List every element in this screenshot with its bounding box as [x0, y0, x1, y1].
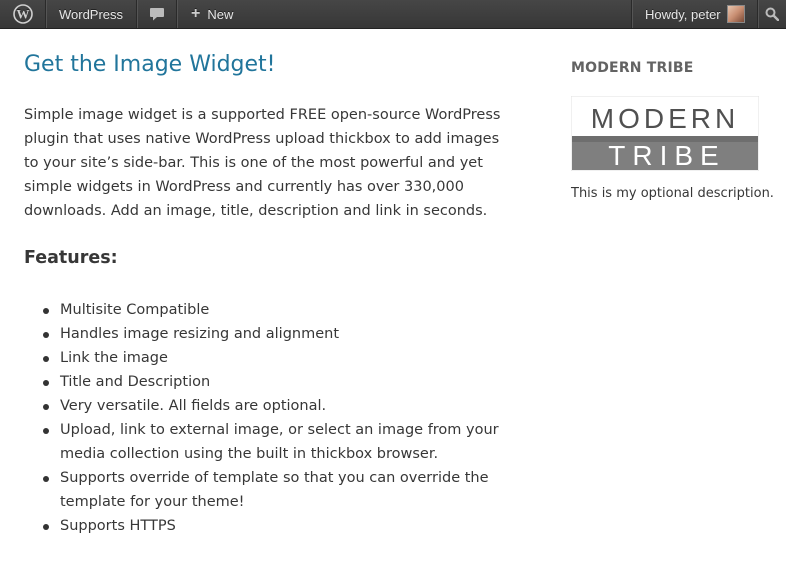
wordpress-icon: W: [12, 4, 33, 24]
svg-text:W: W: [16, 7, 29, 22]
widget-title: MODERN TRIBE: [571, 60, 694, 76]
site-name-label: WordPress: [58, 6, 124, 22]
list-item: Handles image resizing and alignment: [24, 322, 504, 346]
list-item: Multisite Compatible: [24, 298, 504, 322]
bullet-icon: [43, 428, 49, 434]
list-item: Link the image: [24, 346, 504, 370]
bullet-icon: [43, 356, 49, 362]
comment-icon: [149, 7, 164, 20]
search-icon: [765, 7, 779, 21]
features-list: Multisite Compatible Handles image resiz…: [24, 298, 504, 538]
list-item: Supports HTTPS: [24, 514, 504, 538]
logo-bottom-text: TRIBE: [608, 140, 725, 171]
bullet-icon: [43, 380, 49, 386]
list-item: Very versatile. All fields are optional.: [24, 394, 504, 418]
widget-description: This is my optional description.: [571, 186, 774, 201]
intro-paragraph: Simple image widget is a supported FREE …: [24, 107, 501, 219]
admin-bar-search[interactable]: [757, 0, 786, 28]
list-item: Title and Description: [24, 370, 504, 394]
new-content-label: New: [207, 6, 234, 22]
list-item: Supports override of template so that yo…: [24, 466, 504, 514]
admin-bar: W WordPress + New Howdy, peter: [0, 0, 786, 29]
bullet-icon: [43, 476, 49, 482]
howdy-label: Howdy, peter: [645, 6, 721, 22]
bullet-icon: [43, 308, 49, 314]
feature-text: Supports override of template so that yo…: [60, 470, 489, 510]
avatar: [726, 5, 745, 23]
feature-text: Link the image: [60, 350, 168, 366]
bullet-icon: [43, 332, 49, 338]
bullet-icon: [43, 524, 49, 530]
features-heading: Features:: [24, 248, 118, 268]
bullet-icon: [43, 404, 49, 410]
feature-text: Title and Description: [60, 374, 211, 390]
feature-text: Upload, link to external image, or selec…: [60, 422, 499, 462]
feature-text: Supports HTTPS: [60, 518, 176, 534]
modern-tribe-logo-image[interactable]: MODERN TRIBE: [571, 96, 759, 171]
page-title: Get the Image Widget!: [24, 52, 276, 77]
wp-logo-menu[interactable]: W: [0, 0, 46, 28]
plus-icon: +: [191, 5, 201, 22]
comments-link[interactable]: [137, 0, 177, 28]
logo-top-text: MODERN: [591, 103, 739, 134]
feature-text: Multisite Compatible: [60, 302, 210, 318]
feature-text: Handles image resizing and alignment: [60, 326, 340, 342]
site-name-link[interactable]: WordPress: [46, 0, 137, 28]
new-content-menu[interactable]: + New: [177, 0, 243, 28]
my-account-menu[interactable]: Howdy, peter: [631, 0, 757, 28]
feature-text: Very versatile. All fields are optional.: [60, 398, 327, 414]
list-item: Upload, link to external image, or selec…: [24, 418, 504, 466]
